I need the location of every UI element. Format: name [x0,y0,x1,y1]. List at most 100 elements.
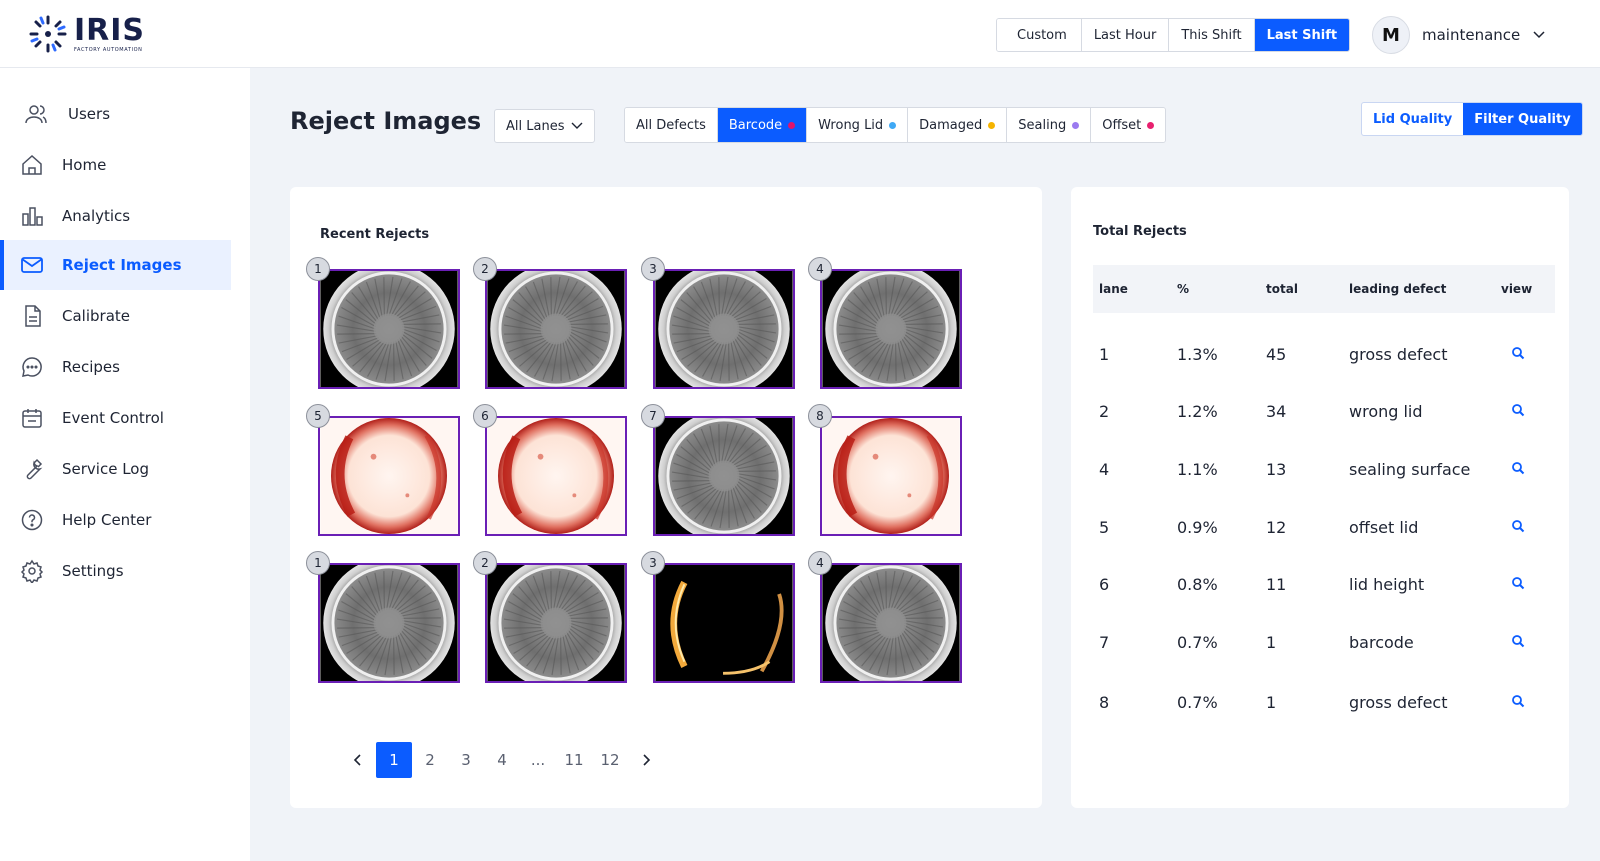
gear-icon [20,559,44,583]
cell-lane: 2 [1099,402,1110,421]
filter-wrong-lid[interactable]: Wrong Lid [807,108,909,142]
sidebar-item-analytics[interactable]: Analytics [0,191,231,241]
sidebar-item-recipes[interactable]: Recipes [0,342,231,392]
defect-filter: All Defects Barcode Wrong Lid Damaged Se… [624,107,1167,143]
filter-label: Damaged [919,117,983,133]
reject-image-thumbnail[interactable] [485,269,627,389]
reject-image-thumbnail[interactable] [820,563,962,683]
filter-all-defects[interactable]: All Defects [625,108,718,142]
sidebar-item-service-log[interactable]: Service Log [0,444,231,494]
cell-leading-defect: lid height [1349,575,1425,594]
next-page-button[interactable] [628,742,664,778]
brand-logo[interactable]: IRIS FACTORY AUTOMATION [28,14,145,54]
lane-select[interactable]: All Lanes [494,109,595,143]
page-title: Reject Images [290,107,482,135]
cell-percent: 1.2% [1177,402,1218,421]
table-row: 7 0.7% 1 barcode [1093,613,1555,672]
filter-barcode[interactable]: Barcode [717,108,808,142]
brand-name: IRIS [74,12,146,48]
reject-image-grid: 1 2 3 4 5 6 7 8 1 2 3 4 [306,257,978,697]
table-row: 5 0.9% 12 offset lid [1093,499,1555,556]
lane-select-value: All Lanes [506,118,565,134]
time-range-selector: Custom Last Hour This Shift Last Shift [996,18,1351,52]
filter-damaged[interactable]: Damaged [908,108,1008,142]
search-icon[interactable] [1511,403,1525,417]
home-icon [22,154,42,175]
chevron-down-icon [571,122,583,129]
help-icon [21,509,43,531]
range-last-hour[interactable]: Last Hour [1081,19,1170,51]
filter-label: Offset [1102,117,1142,133]
sidebar-item-help-center[interactable]: Help Center [0,495,231,545]
page-2[interactable]: 2 [412,742,448,778]
image-index-badge: 2 [473,257,497,281]
image-index-badge: 3 [641,257,665,281]
page-1[interactable]: 1 [376,742,412,778]
sidebar-item-settings[interactable]: Settings [0,546,231,596]
reject-image-thumbnail[interactable] [653,416,795,536]
prev-page-button[interactable] [340,742,376,778]
image-index-badge: 2 [473,551,497,575]
reject-image-thumbnail[interactable] [653,269,795,389]
reject-image-thumbnail[interactable] [820,416,962,536]
range-last-shift[interactable]: Last Shift [1254,19,1350,51]
reject-image-thumbnail[interactable] [485,416,627,536]
lid-quality-button[interactable]: Lid Quality [1362,103,1463,135]
sidebar-item-label: Recipes [62,358,120,376]
chat-icon [22,357,42,377]
sidebar-item-home[interactable]: Home [0,140,231,190]
search-icon[interactable] [1511,346,1525,360]
reject-image-thumbnail[interactable] [653,563,795,683]
image-index-badge: 7 [641,404,665,428]
reject-image-thumbnail[interactable] [318,269,460,389]
total-rejects-table: lane % total leading defect view 1 1.3% 45… [1093,265,1555,732]
status-dot-icon [988,121,996,129]
page-4[interactable]: 4 [484,742,520,778]
reject-image-thumbnail[interactable] [318,563,460,683]
sidebar-item-reject-images[interactable]: Reject Images [0,240,231,290]
range-this-shift[interactable]: This Shift [1169,19,1255,51]
cell-leading-defect: wrong lid [1349,402,1423,421]
cell-percent: 1.3% [1177,344,1218,364]
cell-total: 13 [1266,460,1287,479]
search-icon[interactable] [1511,519,1525,533]
sidebar-item-users[interactable]: Users [0,89,231,139]
image-index-badge: 8 [808,404,832,428]
table-row: 8 0.7% 1 gross defect [1093,672,1555,732]
cell-percent: 1.1% [1177,460,1218,479]
range-custom[interactable]: Custom [997,19,1082,51]
page-11[interactable]: 11 [556,742,592,778]
user-menu[interactable]: M maintenance [1372,16,1546,54]
cell-lane: 4 [1099,460,1110,479]
sidebar-item-event-control[interactable]: Event Control [0,393,231,443]
recent-rejects-card: Recent Rejects 123456781234 1 2 3 4 ... … [290,187,1042,808]
calendar-icon [22,409,42,428]
cell-leading-defect: sealing surface [1349,460,1471,479]
filter-quality-button[interactable]: Filter Quality [1463,103,1582,135]
status-dot-icon [788,121,796,129]
chevron-right-icon [643,754,651,766]
image-index-badge: 3 [641,551,665,575]
pagination: 1 2 3 4 ... 11 12 [340,742,664,778]
cell-percent: 0.7% [1177,692,1218,712]
page-3[interactable]: 3 [448,742,484,778]
search-icon[interactable] [1511,461,1525,475]
sidebar-item-label: Reject Images [62,256,182,274]
search-icon[interactable] [1511,694,1525,708]
reject-image-thumbnail[interactable] [485,563,627,683]
reject-image-thumbnail[interactable] [820,269,962,389]
user-name: maintenance [1422,26,1521,44]
reject-image-thumbnail[interactable] [318,416,460,536]
cell-lane: 5 [1099,518,1110,537]
search-icon[interactable] [1511,576,1525,590]
table-body: 1 1.3% 45 gross defect 2 1.2% 34 wrong lid 4 1.1%… [1093,325,1555,732]
sidebar-item-label: Service Log [62,460,149,478]
filter-offset[interactable]: Offset [1091,108,1166,142]
wrench-icon [26,458,43,480]
filter-sealing[interactable]: Sealing [1007,108,1092,142]
search-icon[interactable] [1511,634,1525,648]
sidebar-item-calibrate[interactable]: Calibrate [0,291,231,341]
cell-leading-defect: barcode [1349,633,1414,652]
avatar: M [1372,16,1410,54]
page-12[interactable]: 12 [592,742,628,778]
